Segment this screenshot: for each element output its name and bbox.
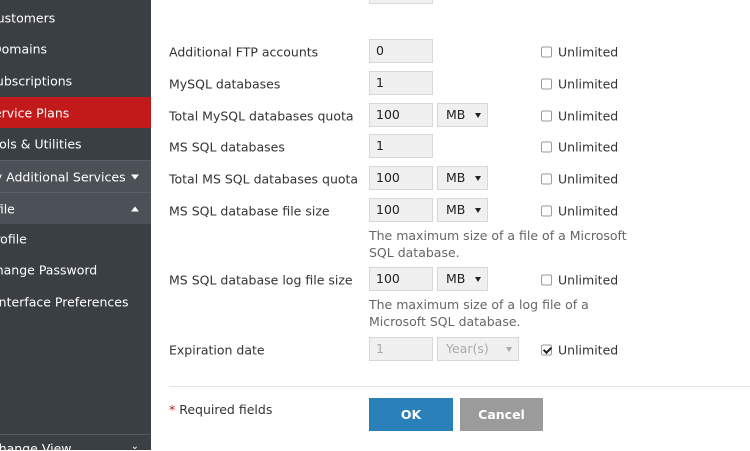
unlimited-checkbox[interactable] <box>541 173 552 185</box>
sidebar: Customers Domains Subscriptions Service … <box>0 0 151 451</box>
row-additional-ftp-accounts: Additional FTP accounts 0 Unlimited <box>151 39 750 65</box>
sidebar-item-domains[interactable]: Domains <box>0 34 151 64</box>
mysql-quota-input[interactable]: 100 <box>369 103 433 127</box>
sidebar-item-label: Customers <box>0 10 56 26</box>
field-label: Total MS SQL databases quota <box>169 171 359 187</box>
unit-select-value: MB <box>446 271 466 286</box>
caret-down-icon <box>131 174 139 179</box>
unit-select-value: MB <box>446 170 466 185</box>
sidebar-item-label: Subscriptions <box>0 73 73 89</box>
dropdown-arrow-icon <box>475 113 481 118</box>
row-mssql-log-file-size: MS SQL database log file size 100 MB Unl… <box>151 267 750 293</box>
unlimited-label: Unlimited <box>558 44 619 60</box>
sidebar-item-label: My Additional Services <box>0 169 126 184</box>
unit-select[interactable]: MB <box>437 103 488 127</box>
mssql-quota-input[interactable]: 100 <box>369 166 433 190</box>
row-expiration-date: Expiration date 1 Year(s) Unlimited <box>151 337 750 363</box>
field-label: Expiration date <box>169 342 265 358</box>
sidebar-section-profile[interactable]: Profile <box>0 192 151 224</box>
unit-select-value: MB <box>446 107 466 122</box>
sidebar-item-label: Change Password <box>0 262 98 278</box>
field-label: MS SQL database file size <box>169 203 330 219</box>
row-mssql-file-size: MS SQL database file size 100 MB Unlimit… <box>151 198 750 224</box>
unit-select[interactable]: MB <box>437 198 488 222</box>
row-total-mssql-quota: Total MS SQL databases quota 100 MB Unli… <box>151 166 750 192</box>
unlimited-checkbox[interactable] <box>541 46 552 58</box>
required-star: * <box>169 402 176 417</box>
dropdown-arrow-icon <box>475 208 481 213</box>
main-form: Additional FTP accounts 0 Unlimited MySQ… <box>151 0 750 450</box>
ftp-accounts-input[interactable]: 0 <box>369 39 433 63</box>
caret-up-icon <box>131 206 139 211</box>
expiration-value-input[interactable]: 1 <box>369 337 433 361</box>
unlimited-checkbox[interactable] <box>541 344 552 356</box>
sidebar-item-tools-utilities[interactable]: Tools & Utilities <box>0 129 151 159</box>
previous-field-input[interactable] <box>369 0 433 4</box>
field-hint: The maximum size of a log file of a Micr… <box>369 297 589 329</box>
sidebar-change-view[interactable]: Change View ⌄ <box>0 434 151 451</box>
field-label: MS SQL databases <box>169 139 285 155</box>
sidebar-item-service-plans[interactable]: Service Plans <box>0 97 151 128</box>
mssql-log-file-size-input[interactable]: 100 <box>369 267 433 291</box>
sidebar-item-subscriptions[interactable]: Subscriptions <box>0 66 151 96</box>
sidebar-item-label: Tools & Utilities <box>0 136 82 152</box>
field-label: MySQL databases <box>169 76 281 92</box>
cancel-button[interactable]: Cancel <box>460 398 543 431</box>
sidebar-item-interface-preferences[interactable]: Interface Preferences <box>0 287 151 317</box>
row-mysql-databases: MySQL databases 1 Unlimited <box>151 71 750 97</box>
required-fields-text: Required fields <box>179 402 273 417</box>
field-hint: The maximum size of a file of a Microsof… <box>369 228 627 260</box>
sidebar-item-label: Profile <box>0 231 27 247</box>
unlimited-label: Unlimited <box>558 139 619 155</box>
sidebar-item-change-password[interactable]: Change Password <box>0 255 151 285</box>
dropdown-arrow-icon <box>475 277 481 282</box>
form-divider <box>169 386 750 387</box>
sidebar-item-label: Domains <box>0 41 48 57</box>
row-ms-sql-databases: MS SQL databases 1 Unlimited <box>151 134 750 160</box>
field-label: Additional FTP accounts <box>169 44 319 60</box>
mssql-databases-input[interactable]: 1 <box>369 134 433 158</box>
unit-select-value: MB <box>446 202 466 217</box>
sidebar-section-additional-services[interactable]: My Additional Services <box>0 160 151 192</box>
unlimited-label: Unlimited <box>558 171 619 187</box>
dropdown-arrow-icon <box>475 176 481 181</box>
unlimited-checkbox[interactable] <box>541 274 552 286</box>
unlimited-checkbox[interactable] <box>541 110 552 122</box>
period-select-value: Year(s) <box>446 341 489 356</box>
unlimited-label: Unlimited <box>558 272 619 288</box>
sidebar-item-customers[interactable]: Customers <box>0 3 151 33</box>
sidebar-item-label: Service Plans <box>0 105 70 120</box>
unlimited-label: Unlimited <box>558 342 619 358</box>
unlimited-label: Unlimited <box>558 203 619 219</box>
dropdown-arrow-icon <box>506 347 512 352</box>
sidebar-item-profile[interactable]: Profile <box>0 224 151 254</box>
mysql-databases-input[interactable]: 1 <box>369 71 433 95</box>
mssql-file-size-input[interactable]: 100 <box>369 198 433 222</box>
unit-select[interactable]: MB <box>437 166 488 190</box>
unlimited-checkbox[interactable] <box>541 205 552 217</box>
unlimited-checkbox[interactable] <box>541 78 552 90</box>
sidebar-item-label: Interface Preferences <box>0 294 129 310</box>
unit-select[interactable]: MB <box>437 267 488 291</box>
unlimited-label: Unlimited <box>558 108 619 124</box>
row-total-mysql-quota: Total MySQL databases quota 100 MB Unlim… <box>151 103 750 129</box>
field-label: MS SQL database log file size <box>169 272 353 288</box>
unlimited-checkbox[interactable] <box>541 141 552 153</box>
ok-button[interactable]: OK <box>369 398 453 431</box>
unlimited-label: Unlimited <box>558 76 619 92</box>
sidebar-item-label: Profile <box>0 201 15 216</box>
required-fields-note: * Required fields <box>169 402 272 417</box>
period-select[interactable]: Year(s) <box>437 337 519 361</box>
field-label: Total MySQL databases quota <box>169 108 354 124</box>
